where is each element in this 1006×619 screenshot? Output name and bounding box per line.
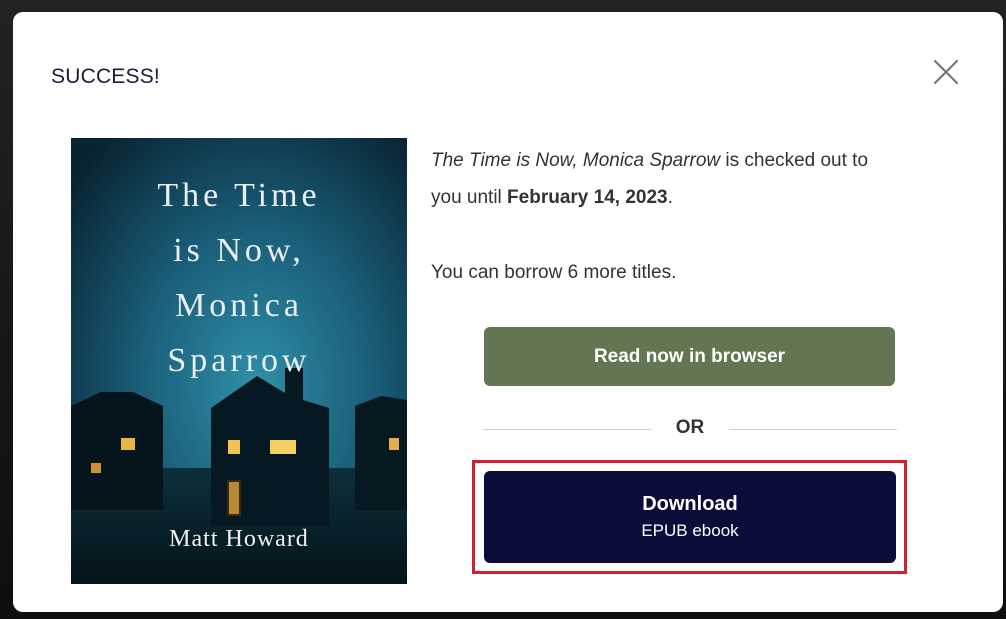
book-title-text: The Time is Now, Monica Sparrow	[431, 150, 721, 171]
read-now-button[interactable]: Read now in browser	[484, 327, 895, 386]
message-period: .	[667, 187, 673, 208]
or-label: OR	[675, 417, 705, 438]
divider-line-left	[483, 429, 651, 430]
download-format-label: EPUB ebook	[641, 521, 739, 540]
checkout-message: The Time is Now, Monica Sparrow is check…	[431, 142, 871, 216]
due-date: February 14, 2023	[507, 187, 668, 208]
borrow-limit-text: You can borrow 6 more titles.	[431, 262, 677, 283]
checkout-success-dialog: SUCCESS! The Time is Now, Monica Sparrow…	[13, 12, 1003, 612]
cover-title: The Time is Now, Monica Sparrow	[157, 177, 321, 379]
dialog-title: SUCCESS!	[51, 65, 160, 88]
divider-line-right	[729, 429, 897, 430]
download-button[interactable]: Download EPUB ebook	[484, 471, 896, 563]
cover-author: Matt Howard	[169, 526, 309, 552]
close-icon[interactable]	[926, 52, 966, 92]
book-cover: The Time is Now, Monica Sparrow Matt How…	[71, 138, 407, 584]
download-label: Download	[642, 493, 738, 515]
or-divider: OR	[483, 417, 897, 441]
